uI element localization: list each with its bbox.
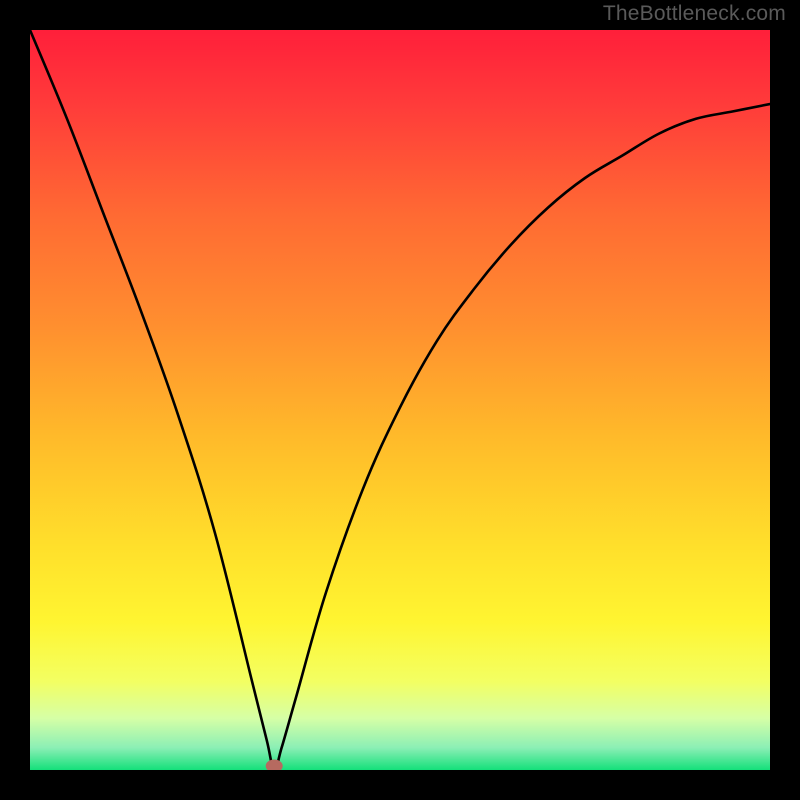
gradient-background [30, 30, 770, 770]
watermark-text: TheBottleneck.com [603, 2, 786, 26]
bottleneck-chart [30, 30, 770, 770]
minimum-marker [266, 760, 282, 770]
chart-svg [30, 30, 770, 770]
chart-frame: TheBottleneck.com [0, 0, 800, 800]
